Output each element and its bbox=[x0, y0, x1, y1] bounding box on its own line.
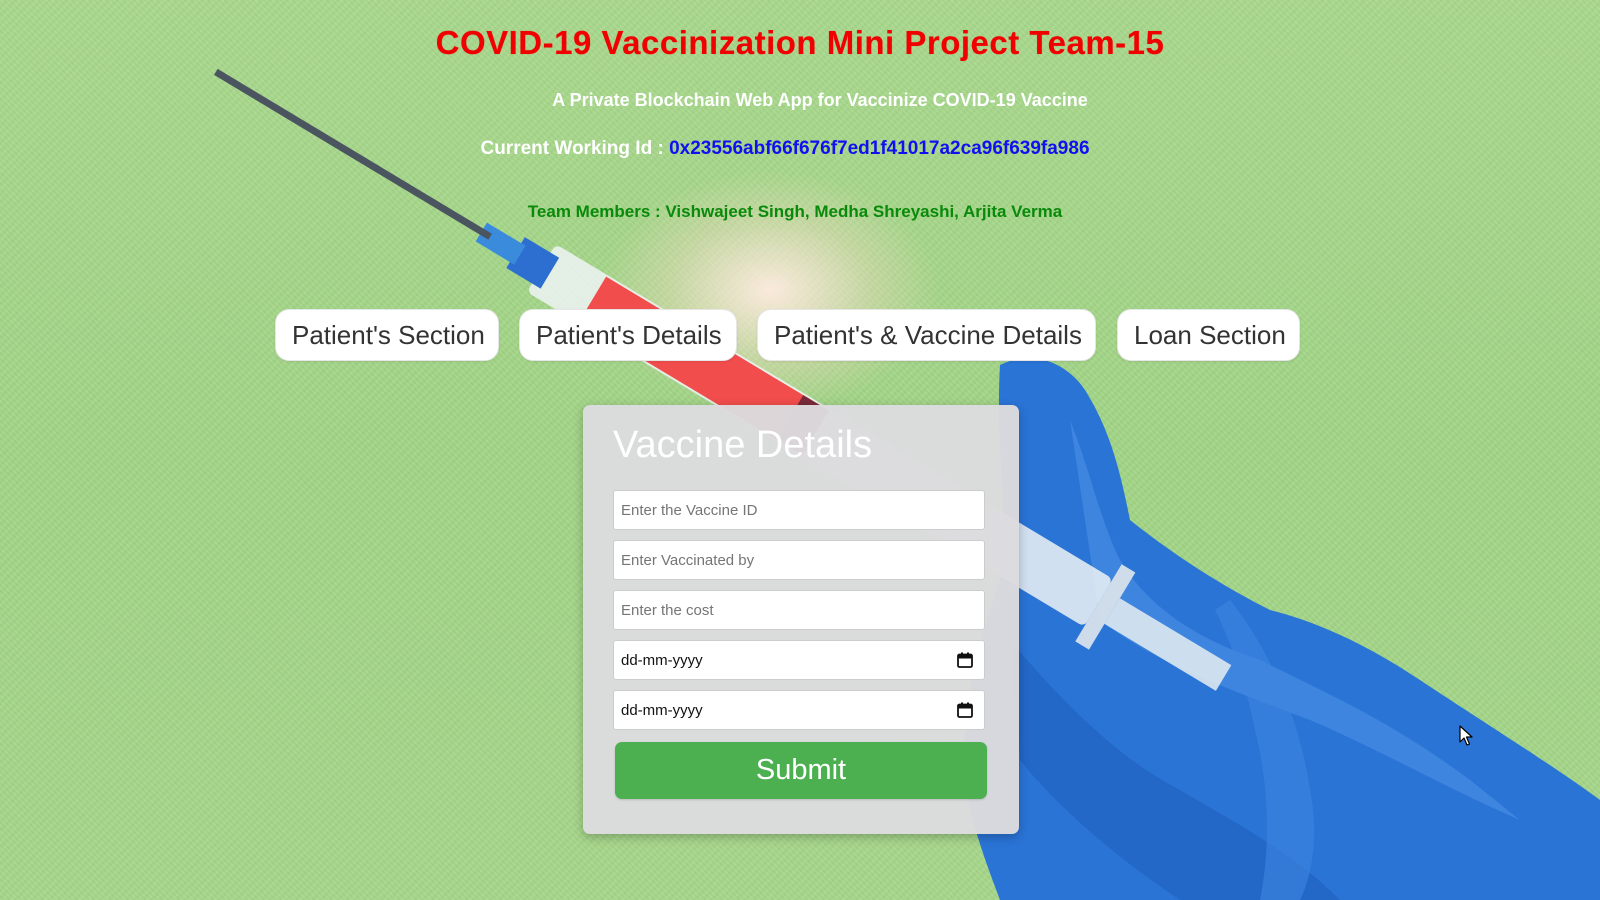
vaccine-id-input[interactable] bbox=[613, 490, 985, 530]
team-members: Team Members : Vishwajeet Singh, Medha S… bbox=[527, 202, 1063, 221]
cost-input[interactable] bbox=[613, 590, 985, 630]
tab-loan-section[interactable]: Loan Section bbox=[1117, 309, 1300, 361]
calendar-icon[interactable] bbox=[956, 651, 974, 669]
page-subtitle: A Private Blockchain Web App for Vaccini… bbox=[552, 90, 1088, 110]
form-heading: Vaccine Details bbox=[613, 424, 873, 466]
second-date-display: dd-mm-yyyy bbox=[621, 702, 703, 719]
vaccinated-by-input[interactable] bbox=[613, 540, 985, 580]
working-id-value: 0x23556abf66f676f7ed1f41017a2ca96f639fa9… bbox=[669, 138, 1090, 159]
tab-patients-section[interactable]: Patient's Section bbox=[275, 309, 499, 361]
submit-button[interactable]: Submit bbox=[615, 742, 987, 799]
tab-patients-and-vaccine-details[interactable]: Patient's & Vaccine Details bbox=[757, 309, 1096, 361]
working-id-label: Current Working Id : bbox=[480, 138, 670, 159]
second-date-input[interactable]: dd-mm-yyyy bbox=[613, 690, 985, 730]
vaccine-details-form: Vaccine Details dd-mm-yyyy dd-mm-yyyy Su… bbox=[583, 405, 1019, 834]
mouse-cursor-icon bbox=[1459, 725, 1473, 746]
tab-patients-details[interactable]: Patient's Details bbox=[519, 309, 737, 361]
first-date-display: dd-mm-yyyy bbox=[621, 652, 703, 669]
page-title: COVID-19 Vaccinization Mini Project Team… bbox=[435, 24, 1165, 61]
calendar-icon[interactable] bbox=[956, 701, 974, 719]
first-date-input[interactable]: dd-mm-yyyy bbox=[613, 640, 985, 680]
current-working-id: Current Working Id : 0x23556abf66f676f7e… bbox=[0, 138, 1570, 160]
